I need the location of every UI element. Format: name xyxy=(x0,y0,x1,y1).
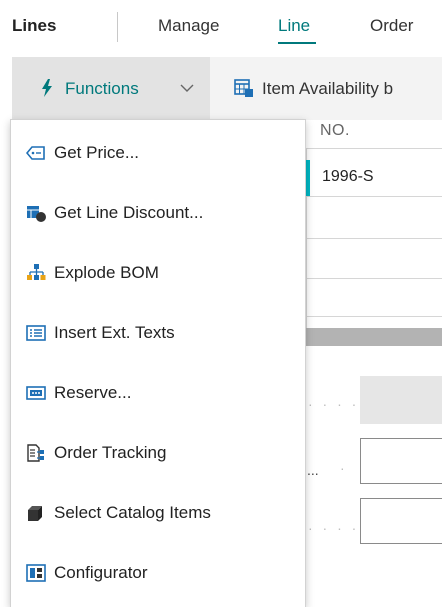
grid-cell-no[interactable]: 1996-S xyxy=(322,168,374,186)
price-tag-icon xyxy=(26,146,45,160)
menu-item-label: Order Tracking xyxy=(54,443,167,462)
field-dots: · · · · xyxy=(308,520,360,536)
calendar-grid-icon xyxy=(234,79,253,97)
menu-item-configurator[interactable]: Configurator xyxy=(11,544,305,602)
tab-line[interactable]: Line xyxy=(278,16,310,36)
grid-row-divider xyxy=(306,316,442,317)
grid-row-divider xyxy=(306,278,442,279)
discount-icon xyxy=(27,206,46,222)
lightning-icon xyxy=(42,79,52,97)
field-label-ellipsis: ... xyxy=(307,462,319,478)
functions-button[interactable]: Functions xyxy=(12,57,210,120)
grid-row-divider xyxy=(306,196,442,197)
menu-item-label: Get Line Discount... xyxy=(54,203,204,222)
order-tracking-icon xyxy=(27,444,44,462)
input-field[interactable] xyxy=(360,498,442,544)
item-availability-button[interactable]: Item Availability b xyxy=(262,79,393,99)
configurator-icon xyxy=(26,564,46,582)
page-tab-bar: Lines Manage Line Order xyxy=(0,0,442,50)
reserve-icon xyxy=(26,386,46,400)
menu-item-label: Configurator xyxy=(54,563,148,582)
functions-button-label: Functions xyxy=(65,79,139,98)
menu-item-label: Select Catalog Items xyxy=(54,503,211,522)
menu-item-order-tracking[interactable]: Order Tracking xyxy=(11,424,305,482)
column-header-no[interactable]: NO. xyxy=(320,122,350,140)
menu-item-reserve[interactable]: Reserve... xyxy=(11,364,305,422)
menu-item-get-line-discount[interactable]: Get Line Discount... xyxy=(11,184,305,242)
menu-item-label: Insert Ext. Texts xyxy=(54,323,175,342)
bom-tree-icon xyxy=(27,264,46,280)
menu-item-insert-ext-texts[interactable]: Insert Ext. Texts xyxy=(11,304,305,362)
grid-horizontal-scrollbar[interactable] xyxy=(306,328,442,346)
menu-item-explode-bom[interactable]: Explode BOM xyxy=(11,244,305,302)
readonly-field xyxy=(360,376,442,424)
functions-dropdown-menu: Get Price... Get Line Discount... Explod… xyxy=(10,119,306,607)
field-dots: · xyxy=(340,460,348,476)
menu-item-label: Reserve... xyxy=(54,383,132,402)
chevron-down-icon xyxy=(180,84,194,92)
active-tab-indicator xyxy=(278,42,316,44)
tab-manage[interactable]: Manage xyxy=(158,16,219,36)
grid-row-divider xyxy=(306,148,442,149)
tab-separator xyxy=(117,12,118,42)
page-title: Lines xyxy=(12,16,57,35)
menu-item-label: Get Price... xyxy=(54,143,140,162)
tab-order[interactable]: Order xyxy=(370,16,413,36)
menu-item-select-catalog-items[interactable]: Select Catalog Items xyxy=(11,484,305,542)
catalog-icon xyxy=(28,506,42,521)
selected-row-indicator xyxy=(306,160,310,196)
menu-item-label: Explode BOM xyxy=(54,263,159,282)
menu-item-get-price[interactable]: Get Price... xyxy=(11,124,305,182)
grid-row-divider xyxy=(306,238,442,239)
input-field[interactable] xyxy=(360,438,442,484)
field-dots: · · · · xyxy=(308,396,360,412)
action-toolbar: Functions Item Availability b xyxy=(12,57,442,120)
text-lines-icon xyxy=(26,325,46,341)
